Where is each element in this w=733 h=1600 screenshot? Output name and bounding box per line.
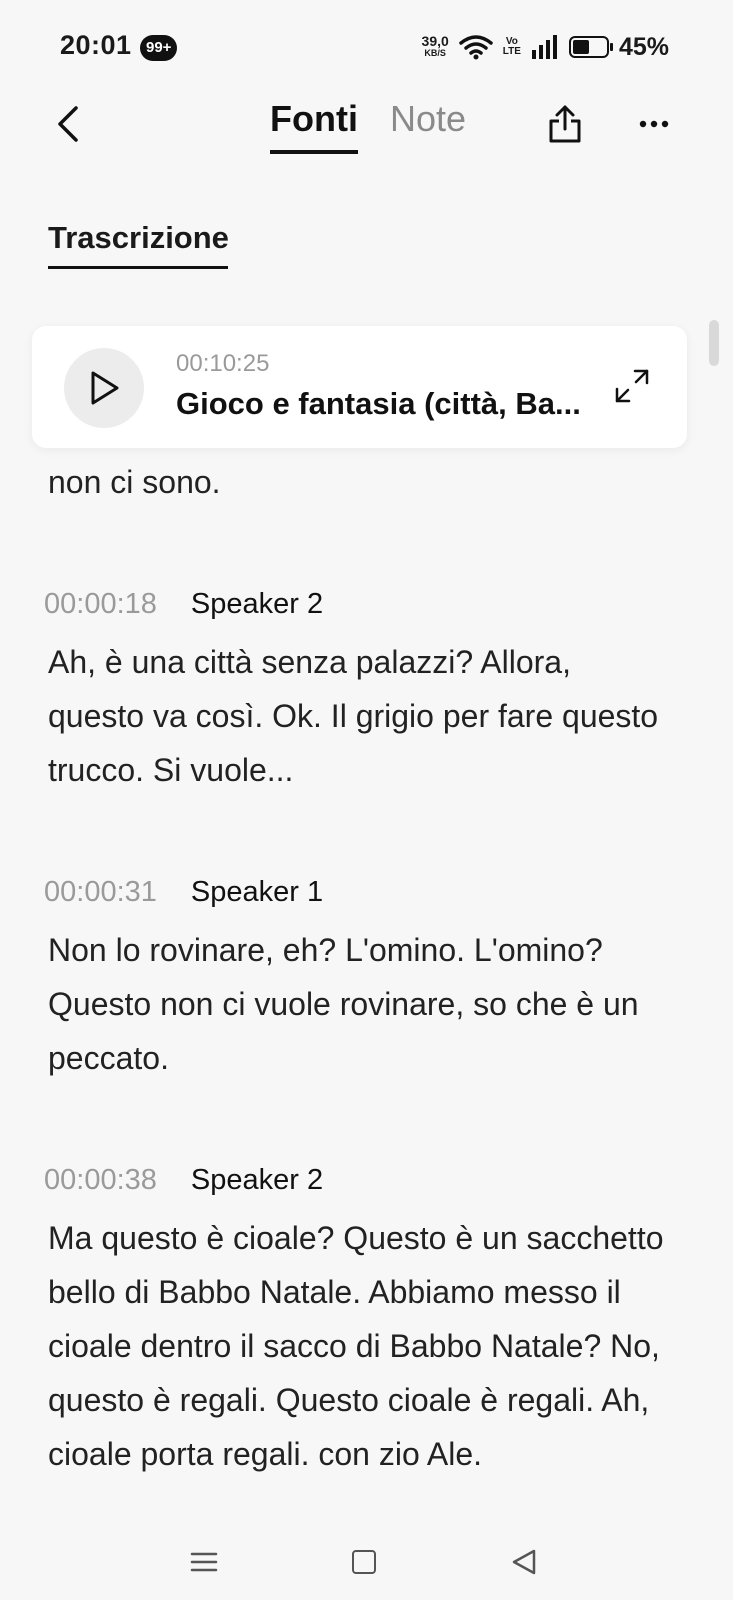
volte-indicator: Vo LTE	[503, 37, 521, 57]
section-tabs: Trascrizione	[48, 220, 229, 269]
transcript-area[interactable]: non ci sono. 00:00:18 Speaker 2 Ah, è un…	[0, 320, 733, 1600]
status-bar: 20:01 99+ 39,0 KB/S Vo LTE 45%	[0, 0, 733, 90]
tab-fonti[interactable]: Fonti	[270, 98, 358, 154]
back-button[interactable]	[46, 102, 90, 146]
system-nav-bar	[0, 1520, 733, 1600]
transcript-partial-line: non ci sono.	[48, 464, 221, 500]
segment-speaker[interactable]: Speaker 1	[191, 876, 323, 909]
segment-meta: 00:00:18 Speaker 2	[44, 588, 668, 621]
network-speed-unit: KB/S	[424, 48, 446, 58]
player-timestamp: 00:10:25	[176, 350, 270, 377]
segment-meta: 00:00:31 Speaker 1	[44, 876, 668, 909]
wifi-icon	[459, 35, 493, 60]
tab-note[interactable]: Note	[390, 98, 466, 154]
signal-icon	[531, 35, 557, 59]
back-triangle-icon[interactable]	[510, 1548, 538, 1576]
expand-icon	[615, 369, 649, 403]
segment-speaker[interactable]: Speaker 2	[191, 1164, 323, 1197]
chevron-left-icon	[58, 106, 78, 142]
segment-timestamp[interactable]: 00:00:31	[44, 876, 157, 909]
segment-text: Non lo rovinare, eh? L'omino. L'omino? Q…	[48, 932, 639, 1076]
play-icon	[91, 371, 119, 405]
notification-badge: 99+	[140, 35, 178, 61]
segment-timestamp[interactable]: 00:00:38	[44, 1164, 157, 1197]
battery-icon	[568, 36, 613, 58]
segment-speaker[interactable]: Speaker 2	[191, 588, 323, 621]
status-time: 20:01	[60, 30, 132, 60]
scrollbar[interactable]	[709, 320, 719, 366]
expand-button[interactable]	[614, 368, 650, 404]
player-title: Gioco e fantasia (città, Ba...	[176, 386, 581, 421]
volte-bottom: LTE	[502, 46, 521, 57]
transcript-segment: 00:00:18 Speaker 2 Ah, è una città senza…	[44, 588, 668, 797]
share-button[interactable]	[545, 102, 585, 146]
audio-player-card[interactable]: 00:10:25 Gioco e fantasia (città, Ba...	[32, 326, 687, 448]
battery-percent: 45%	[618, 32, 669, 61]
transcript-segment: 00:00:38 Speaker 2 Ma questo è cioale? Q…	[44, 1164, 668, 1481]
network-speed: 39,0 KB/S	[422, 34, 449, 59]
more-options-button[interactable]	[632, 102, 676, 146]
segment-text: Ma questo è cioale? Questo è un sacchett…	[48, 1220, 664, 1472]
segment-text: Ah, è una città senza palazzi? Allora, q…	[48, 644, 659, 788]
menu-icon[interactable]	[190, 1548, 218, 1576]
play-button[interactable]	[64, 348, 144, 428]
battery-level	[572, 40, 590, 54]
segment-timestamp[interactable]: 00:00:18	[44, 588, 157, 621]
status-icons: 39,0 KB/S Vo LTE 45%	[422, 30, 669, 64]
segment-meta: 00:00:38 Speaker 2	[44, 1164, 668, 1197]
top-nav: Fonti Note	[0, 90, 733, 170]
transcript-segment: 00:00:31 Speaker 1 Non lo rovinare, eh? …	[44, 876, 668, 1085]
share-icon	[549, 105, 581, 143]
tab-trascrizione[interactable]: Trascrizione	[48, 220, 229, 269]
top-tabs: Fonti Note	[270, 98, 466, 154]
home-button[interactable]	[352, 1550, 376, 1574]
more-icon	[639, 120, 669, 128]
